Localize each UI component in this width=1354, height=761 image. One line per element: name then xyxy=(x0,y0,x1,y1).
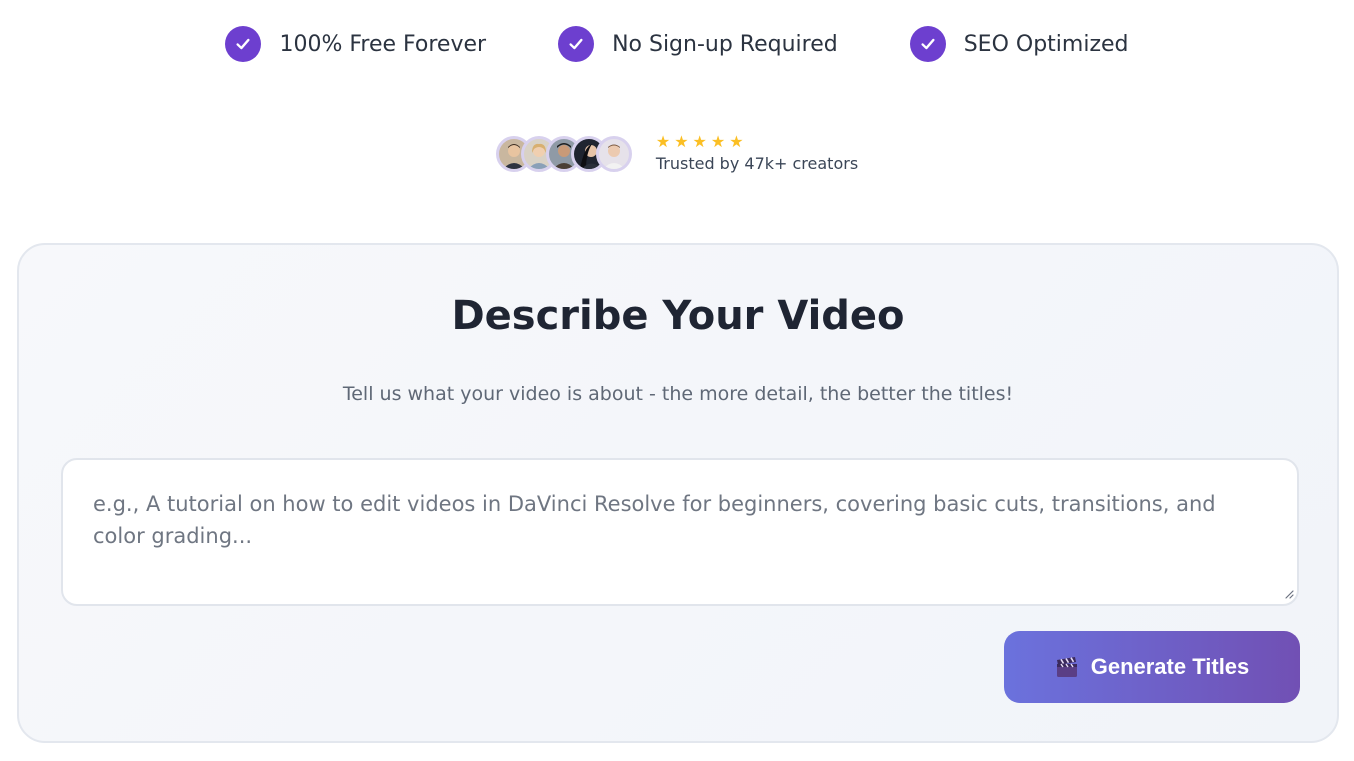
check-circle-icon xyxy=(225,26,262,62)
avatar xyxy=(595,135,632,172)
social-proof: ★ ★ ★ ★ ★ Trusted by 47k+ creators xyxy=(0,134,1354,173)
clapperboard-icon xyxy=(1056,657,1077,677)
generate-titles-label: Generate Titles xyxy=(1090,654,1250,679)
check-circle-icon xyxy=(909,26,946,62)
feature-list: 100% Free Forever No Sign-up Required SE… xyxy=(0,26,1354,62)
star-icon: ★ xyxy=(692,132,707,151)
feature-seo: SEO Optimized xyxy=(909,26,1129,62)
feature-no-signup: No Sign-up Required xyxy=(558,26,838,62)
star-icon: ★ xyxy=(710,132,726,151)
video-description-input[interactable] xyxy=(61,458,1299,606)
feature-label: 100% Free Forever xyxy=(279,31,487,57)
feature-label: SEO Optimized xyxy=(963,31,1129,57)
page: 100% Free Forever No Sign-up Required SE… xyxy=(0,0,1354,761)
describe-video-card: Describe Your Video Tell us what your vi… xyxy=(17,243,1339,743)
trust-label: Trusted by 47k+ creators xyxy=(655,154,859,173)
card-title: Describe Your Video xyxy=(451,293,905,339)
check-circle-icon xyxy=(558,26,595,62)
star-icon: ★ xyxy=(674,132,689,151)
feature-label: No Sign-up Required xyxy=(612,31,838,57)
feature-free: 100% Free Forever xyxy=(225,26,486,62)
avatar-stack xyxy=(495,135,632,172)
generate-titles-button[interactable]: Generate Titles xyxy=(1004,631,1300,703)
star-icon: ★ xyxy=(655,132,671,151)
card-subtitle: Tell us what your video is about - the m… xyxy=(342,383,1014,405)
star-icon: ★ xyxy=(729,132,744,151)
trust-text: ★ ★ ★ ★ ★ Trusted by 47k+ creators xyxy=(655,134,859,174)
star-rating: ★ ★ ★ ★ ★ xyxy=(656,134,858,150)
resize-handle-icon[interactable] xyxy=(1284,589,1294,599)
